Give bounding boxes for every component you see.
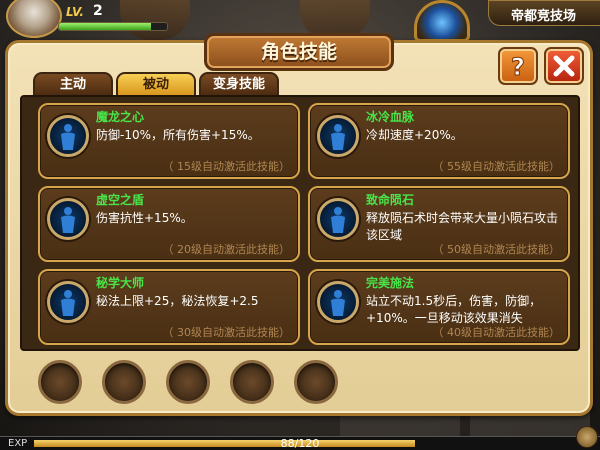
exp-label: EXP bbox=[8, 438, 28, 449]
skill-icon bbox=[47, 115, 89, 157]
skill-icon bbox=[317, 281, 359, 323]
close-icon bbox=[553, 55, 575, 77]
close-button[interactable] bbox=[544, 47, 584, 85]
skill-slot[interactable] bbox=[294, 360, 338, 404]
figure-icon bbox=[61, 207, 75, 233]
hp-bar-fill bbox=[59, 23, 151, 30]
skill-list[interactable]: 魔龙之心 防御-10%，所有伤害+15%。 （ 15级自动激活此技能） 冰冷血脉… bbox=[20, 95, 580, 351]
help-button[interactable]: ? bbox=[498, 47, 538, 85]
exp-bar: EXP 88/120 bbox=[0, 436, 600, 450]
panel-title: 角色技能 bbox=[204, 33, 394, 71]
skill-requirement: （ 20级自动激活此技能） bbox=[162, 243, 291, 256]
arch-decoration bbox=[120, 0, 190, 40]
skill-card[interactable]: 完美施法 站立不动1.5秒后，伤害，防御，+10%。一旦移动该效果消失 （ 40… bbox=[308, 269, 570, 345]
skill-requirement: （ 55级自动激活此技能） bbox=[432, 160, 561, 173]
skill-description: 冷却速度+20%。 bbox=[366, 128, 463, 142]
skill-card[interactable]: 冰冷血脉 冷却速度+20%。 （ 55级自动激活此技能） bbox=[308, 103, 570, 179]
settings-button[interactable] bbox=[576, 426, 598, 448]
skill-slot[interactable] bbox=[166, 360, 210, 404]
exp-value: 88/120 bbox=[280, 437, 320, 450]
skill-name: 冰冷血脉 bbox=[366, 110, 415, 124]
exp-bar-fill bbox=[34, 440, 416, 447]
figure-icon bbox=[61, 290, 75, 316]
skill-description: 防御-10%，所有伤害+15%。 bbox=[96, 128, 260, 142]
figure-icon bbox=[61, 124, 75, 150]
skill-icon bbox=[317, 198, 359, 240]
skill-slot[interactable] bbox=[102, 360, 146, 404]
skill-card[interactable]: 致命陨石 释放陨石术时会带来大量小陨石攻击该区域 （ 50级自动激活此技能） bbox=[308, 186, 570, 262]
skill-icon bbox=[47, 198, 89, 240]
level-prefix: LV. bbox=[66, 5, 84, 19]
skill-name: 虚空之盾 bbox=[96, 193, 145, 207]
tab-passive-skills[interactable]: 被动 bbox=[116, 72, 196, 96]
skill-requirement: （ 50级自动激活此技能） bbox=[432, 243, 561, 256]
skill-description: 释放陨石术时会带来大量小陨石攻击该区域 bbox=[366, 211, 559, 242]
skill-name: 致命陨石 bbox=[366, 193, 415, 207]
skill-slot[interactable] bbox=[230, 360, 274, 404]
figure-icon bbox=[331, 290, 345, 316]
level-number: 2 bbox=[93, 3, 103, 19]
skill-icon bbox=[47, 281, 89, 323]
tab-transform-skills[interactable]: 变身技能 bbox=[199, 72, 279, 96]
hp-bar bbox=[58, 22, 168, 31]
svg-text:?: ? bbox=[511, 53, 525, 80]
skill-card[interactable]: 虚空之盾 伤害抗性+15%。 （ 20级自动激活此技能） bbox=[38, 186, 300, 262]
skill-slot[interactable] bbox=[38, 360, 82, 404]
skill-description: 秘法上限+25，秘法恢复+2.5 bbox=[96, 294, 259, 308]
skill-card[interactable]: 秘学大师 秘法上限+25，秘法恢复+2.5 （ 30级自动激活此技能） bbox=[38, 269, 300, 345]
skill-card[interactable]: 魔龙之心 防御-10%，所有伤害+15%。 （ 15级自动激活此技能） bbox=[38, 103, 300, 179]
skill-description: 伤害抗性+15%。 bbox=[96, 211, 193, 225]
skill-icon bbox=[317, 115, 359, 157]
skill-requirement: （ 40级自动激活此技能） bbox=[432, 326, 561, 339]
location-label: 帝都竞技场 bbox=[488, 0, 600, 26]
figure-icon bbox=[331, 124, 345, 150]
skill-requirement: （ 30级自动激活此技能） bbox=[162, 326, 291, 339]
question-icon: ? bbox=[511, 53, 526, 81]
skill-requirement: （ 15级自动激活此技能） bbox=[162, 160, 291, 173]
figure-icon bbox=[331, 207, 345, 233]
skill-name: 魔龙之心 bbox=[96, 110, 145, 124]
skill-description: 站立不动1.5秒后，伤害，防御，+10%。一旦移动该效果消失 bbox=[366, 294, 542, 325]
tab-active-skills[interactable]: 主动 bbox=[33, 72, 113, 96]
skill-name: 秘学大师 bbox=[96, 276, 145, 290]
skill-name: 完美施法 bbox=[366, 276, 415, 290]
